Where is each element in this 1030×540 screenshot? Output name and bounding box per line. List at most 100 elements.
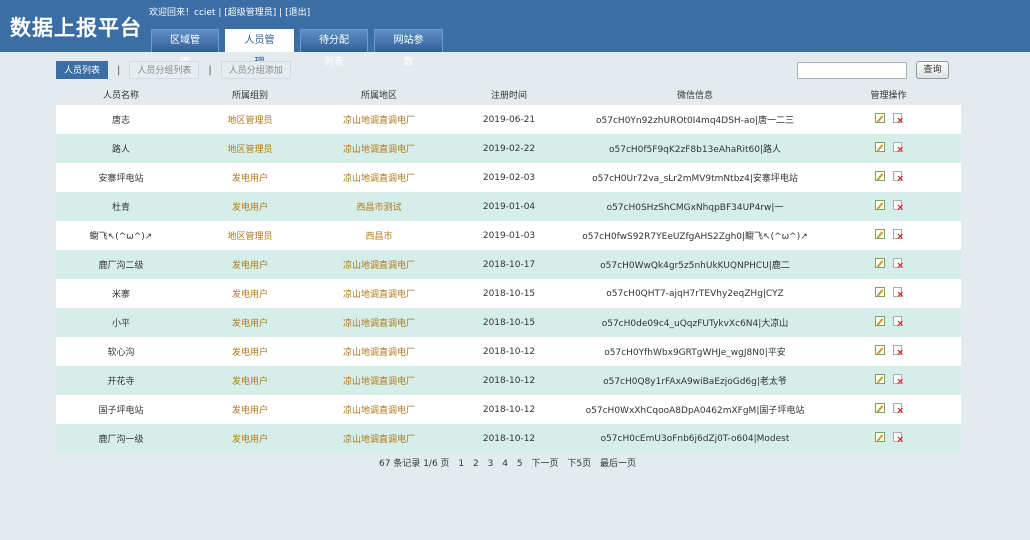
subtab-group-add[interactable]: 人员分组添加 <box>220 61 291 79</box>
welcome-separator: | <box>218 8 222 18</box>
cell-group: 发电用户 <box>186 308 314 337</box>
delete-icon[interactable] <box>893 229 904 242</box>
table-row: 唐志 地区管理员 凉山地调直调电厂 2019-06-21 o57cH0Yn92zhURO… <box>56 105 961 134</box>
role-link[interactable]: [超级管理员] <box>224 8 276 18</box>
search-input[interactable] <box>797 62 907 79</box>
cell-group: 地区管理员 <box>186 105 314 134</box>
cell-wechat-info: o57cH0SHzShCMGxNhqpBF34UP4rw|一 <box>574 192 816 221</box>
cell-area: 凉山地调直调电厂 <box>314 308 444 337</box>
last-page-link[interactable]: 最后一页 <box>600 459 636 469</box>
table-row: 鳚飞↖(^ω^)↗ 地区管理员 西昌市 2019-01-03 o57cH0fwS92R7… <box>56 221 961 250</box>
app-logo: 数据上报平台 <box>10 15 142 40</box>
search-button[interactable]: 查询 <box>916 61 949 79</box>
cell-area: 凉山地调直调电厂 <box>314 105 444 134</box>
delete-icon[interactable] <box>893 432 904 445</box>
edit-icon[interactable] <box>875 287 885 297</box>
tab-personnel-management[interactable]: 人员管理 <box>225 29 294 68</box>
edit-icon[interactable] <box>875 345 885 355</box>
header-bar: 数据上报平台 欢迎回来！cciet | [超级管理员] | [退出] 区域管理 … <box>0 0 1030 68</box>
tab-region-management[interactable]: 区域管理 <box>151 29 219 68</box>
cell-area: 凉山地调直调电厂 <box>314 395 444 424</box>
column-header-name: 人员名称 <box>56 84 186 105</box>
cell-wechat-info: o57cH0WxXhCqooA8DpA0462mXFgM|国子坪电站 <box>574 395 816 424</box>
cell-actions <box>816 105 961 134</box>
cell-area: 凉山地调直调电厂 <box>314 250 444 279</box>
cell-group: 发电用户 <box>186 163 314 192</box>
cell-actions <box>816 337 961 366</box>
page-link-5[interactable]: 5 <box>517 459 523 469</box>
delete-icon[interactable] <box>893 171 904 184</box>
cell-wechat-info: o57cH0fwS92R7YEeUZfgAHS2Zgh0|鳚飞↖(^ω^)↗ <box>574 221 816 250</box>
cell-registered-date: 2019-01-04 <box>444 192 574 221</box>
cell-registered-date: 2018-10-12 <box>444 395 574 424</box>
edit-icon[interactable] <box>875 171 885 181</box>
row-actions <box>875 374 904 387</box>
delete-icon[interactable] <box>893 403 904 416</box>
edit-icon[interactable] <box>875 142 885 152</box>
cell-actions <box>816 424 961 453</box>
cell-wechat-info: o57cH0Ur72va_sLr2mMV9tmNtbz4|安寨坪电站 <box>574 163 816 192</box>
edit-icon[interactable] <box>875 374 885 384</box>
personnel-table: 人员名称 所属组别 所属地区 注册时间 微信信息 管理操作 唐志 地区管理员 凉山地… <box>56 84 961 453</box>
subtab-separator: | <box>208 64 212 76</box>
next-five-pages-link[interactable]: 下5页 <box>567 459 591 469</box>
cell-registered-date: 2019-06-21 <box>444 105 574 134</box>
cell-person-name: 开花寺 <box>56 366 186 395</box>
edit-icon[interactable] <box>875 113 885 123</box>
row-actions <box>875 287 904 300</box>
delete-icon[interactable] <box>893 200 904 213</box>
page-link-2[interactable]: 2 <box>473 459 479 469</box>
page-link-4[interactable]: 4 <box>502 459 508 469</box>
cell-registered-date: 2019-01-03 <box>444 221 574 250</box>
cell-registered-date: 2018-10-15 <box>444 279 574 308</box>
delete-icon[interactable] <box>893 316 904 329</box>
cell-registered-date: 2018-10-15 <box>444 308 574 337</box>
delete-icon[interactable] <box>893 374 904 387</box>
cell-actions <box>816 308 961 337</box>
table-row: 软心沟 发电用户 凉山地调直调电厂 2018-10-12 o57cH0YfhWbx9GR… <box>56 337 961 366</box>
column-header-area: 所属地区 <box>314 84 444 105</box>
column-header-registered: 注册时间 <box>444 84 574 105</box>
tab-site-settings[interactable]: 网站参数 <box>374 29 443 68</box>
delete-icon[interactable] <box>893 345 904 358</box>
edit-icon[interactable] <box>875 200 885 210</box>
row-actions <box>875 171 904 184</box>
cell-area: 凉山地调直调电厂 <box>314 163 444 192</box>
edit-icon[interactable] <box>875 403 885 413</box>
cell-area: 西昌市测试 <box>314 192 444 221</box>
page-link-3[interactable]: 3 <box>488 459 494 469</box>
subtab-group-list[interactable]: 人员分组列表 <box>129 61 200 79</box>
cell-wechat-info: o57cH0QHT7-ajqH7rTEVhy2eqZHg|CYZ <box>574 279 816 308</box>
cell-area: 凉山地调直调电厂 <box>314 337 444 366</box>
cell-group: 发电用户 <box>186 337 314 366</box>
cell-actions <box>816 250 961 279</box>
delete-icon[interactable] <box>893 287 904 300</box>
edit-icon[interactable] <box>875 258 885 268</box>
row-actions <box>875 113 904 126</box>
tab-pending-assignment[interactable]: 待分配列表 <box>300 29 368 68</box>
delete-icon[interactable] <box>893 113 904 126</box>
delete-icon[interactable] <box>893 258 904 271</box>
delete-icon[interactable] <box>893 142 904 155</box>
logout-link[interactable]: [退出] <box>285 8 310 18</box>
cell-actions <box>816 134 961 163</box>
edit-icon[interactable] <box>875 316 885 326</box>
main-nav: 区域管理 人员管理 待分配列表 网站参数 <box>151 29 449 68</box>
table-header-row: 人员名称 所属组别 所属地区 注册时间 微信信息 管理操作 <box>56 84 961 105</box>
edit-icon[interactable] <box>875 432 885 442</box>
row-actions <box>875 403 904 416</box>
cell-group: 发电用户 <box>186 192 314 221</box>
page-link-1[interactable]: 1 <box>458 459 464 469</box>
column-header-actions: 管理操作 <box>816 84 961 105</box>
cell-area: 西昌市 <box>314 221 444 250</box>
table-row: 杜青 发电用户 西昌市测试 2019-01-04 o57cH0SHzShCMGxNhqp… <box>56 192 961 221</box>
cell-actions <box>816 163 961 192</box>
edit-icon[interactable] <box>875 229 885 239</box>
cell-wechat-info: o57cH0f5F9qK2zF8b13eAhaRit60|路人 <box>574 134 816 163</box>
next-page-link[interactable]: 下一页 <box>531 459 558 469</box>
cell-person-name: 软心沟 <box>56 337 186 366</box>
cell-person-name: 米寨 <box>56 279 186 308</box>
subtab-personnel-list[interactable]: 人员列表 <box>56 61 109 79</box>
row-actions <box>875 142 904 155</box>
cell-actions <box>816 221 961 250</box>
